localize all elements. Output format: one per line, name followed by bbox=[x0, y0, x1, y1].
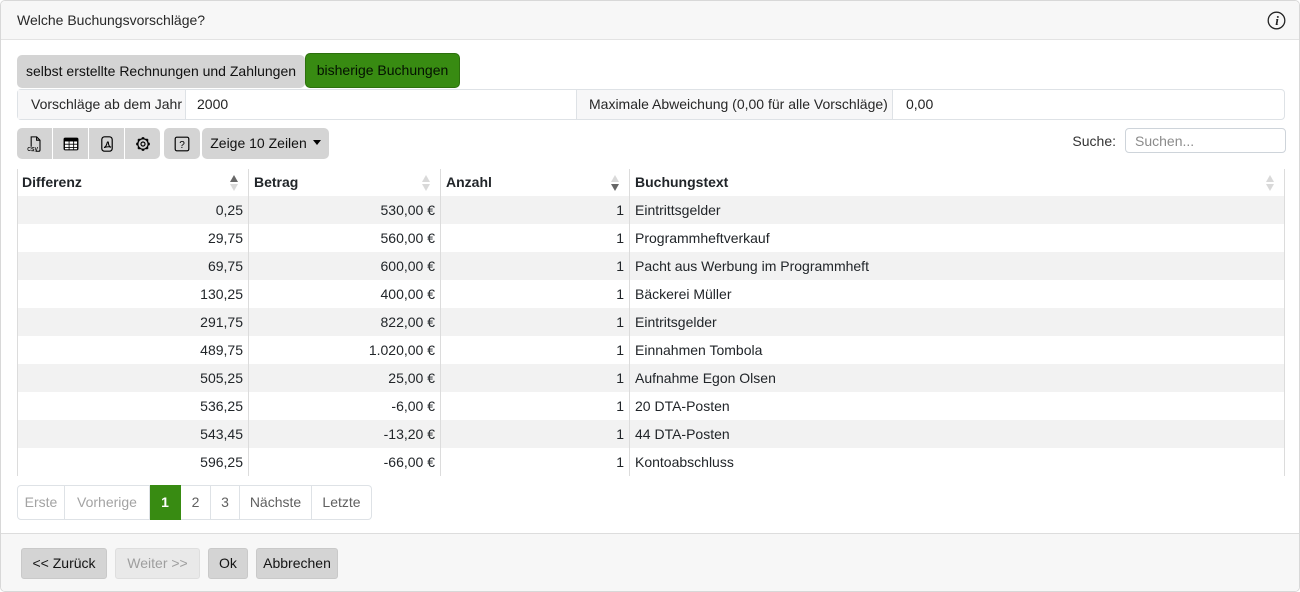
svg-text:i: i bbox=[1275, 13, 1279, 28]
svg-text:CSV: CSV bbox=[27, 147, 38, 152]
svg-text:?: ? bbox=[179, 139, 185, 150]
